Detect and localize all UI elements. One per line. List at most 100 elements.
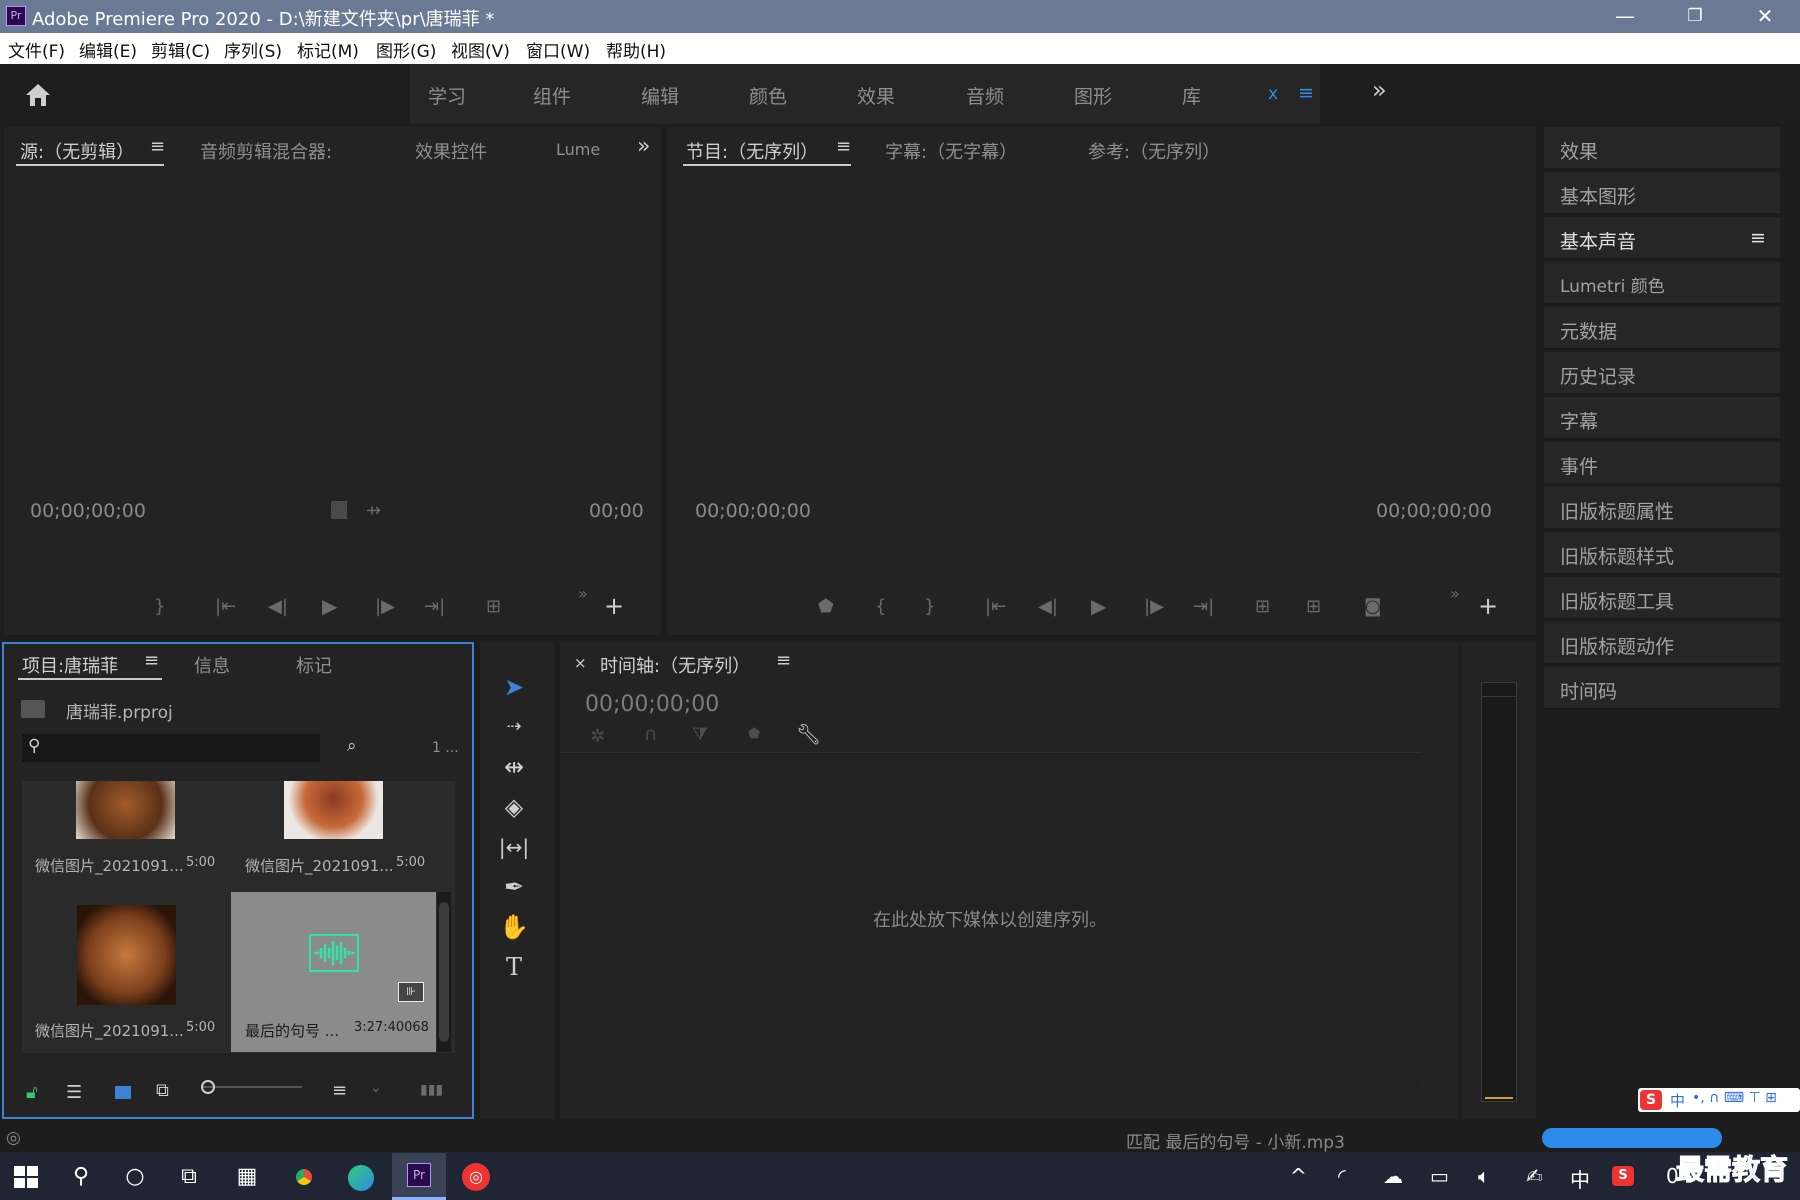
sort-dropdown-icon[interactable]: ⌄ — [370, 1080, 382, 1096]
program-mark-out-icon[interactable]: } — [924, 596, 935, 617]
workspace-color[interactable]: 颜色 — [749, 82, 787, 109]
windows-start-icon[interactable] — [14, 1166, 38, 1188]
panel-essential-sound[interactable]: 基本声音 ≡ — [1544, 217, 1780, 260]
workspace-menu-icon[interactable]: ≡ — [1298, 82, 1314, 104]
menu-file[interactable]: 文件(F) — [8, 37, 65, 62]
program-go-to-in-icon[interactable]: |⇤ — [985, 596, 1006, 617]
selection-tool-icon[interactable]: ➤ — [497, 670, 531, 704]
menu-clip[interactable]: 剪辑(C) — [151, 37, 210, 62]
panel-essential-graphics[interactable]: 基本图形 — [1544, 172, 1780, 215]
step-forward-icon[interactable]: |▶ — [375, 596, 395, 617]
snap-icon[interactable]: ✲ — [590, 726, 605, 747]
program-play-icon[interactable]: ▶ — [1091, 594, 1106, 618]
show-hidden-icons-icon[interactable]: ^ — [1290, 1164, 1307, 1188]
workspace-assembly[interactable]: 组件 — [533, 82, 571, 109]
tab-project[interactable]: 项目:唐瑞菲 — [22, 652, 118, 678]
source-timecode-current[interactable]: 00;00;00;00 — [30, 500, 146, 522]
panel-timecode[interactable]: 时间码 — [1544, 667, 1780, 710]
ime-language-label[interactable]: 中 — [1670, 1090, 1685, 1111]
cortana-icon[interactable]: ○ — [118, 1160, 152, 1194]
timeline-close-icon[interactable]: × — [574, 654, 587, 672]
program-step-back-icon[interactable]: ◀| — [1038, 596, 1058, 617]
panel-events[interactable]: 事件 — [1544, 442, 1780, 485]
maximize-button[interactable]: ❐ — [1660, 0, 1730, 33]
timeline-timecode[interactable]: 00;00;00;00 — [585, 692, 719, 717]
sogou-ime-icon[interactable]: S — [1640, 1090, 1662, 1110]
tab-source[interactable]: 源:（无剪辑） — [20, 138, 134, 164]
menu-help[interactable]: 帮助(H) — [606, 37, 666, 62]
menu-marker[interactable]: 标记(M) — [297, 37, 359, 62]
panel-effects[interactable]: 效果 — [1544, 127, 1780, 170]
chrome-icon[interactable] — [292, 1165, 316, 1189]
mark-out-icon[interactable]: } — [154, 596, 165, 617]
project-panel-menu-icon[interactable]: ≡ — [144, 650, 159, 671]
project-scrollbar[interactable] — [437, 892, 451, 1052]
automate-to-sequence-icon[interactable]: ▮▮▮ — [420, 1082, 443, 1098]
program-mark-in-icon[interactable]: { — [875, 596, 886, 617]
zoom-slider-handle[interactable] — [201, 1080, 215, 1094]
input-language-indicator[interactable]: 中 — [1570, 1164, 1590, 1193]
minimize-button[interactable]: — — [1590, 0, 1660, 33]
tab-markers[interactable]: 标记 — [296, 652, 332, 678]
workspace-graphics[interactable]: 图形 — [1074, 82, 1112, 109]
program-timecode-current[interactable]: 00;00;00;00 — [695, 500, 811, 522]
lift-icon[interactable]: ⊞ — [1255, 596, 1270, 617]
type-tool-icon[interactable]: T — [497, 950, 531, 984]
add-marker-timeline-icon[interactable]: ⧩ — [692, 724, 708, 745]
go-to-out-icon[interactable]: ⇥| — [424, 596, 445, 617]
network-icon[interactable]: ◜ — [1338, 1164, 1346, 1188]
home-icon[interactable] — [24, 82, 52, 108]
pen-tool-icon[interactable]: ✒ — [497, 870, 531, 904]
timeline-settings-wrench-icon[interactable]: 🔧︎ — [796, 722, 821, 746]
project-item-audio-selected[interactable]: ⊪ 最后的句号 ... 3:27:40068 — [231, 892, 436, 1052]
tab-program[interactable]: 节目:（无序列） — [686, 138, 818, 164]
workspace-libraries[interactable]: 库 — [1182, 82, 1201, 109]
go-to-in-icon[interactable]: |⇤ — [215, 596, 236, 617]
project-item[interactable]: 微信图片_2021091... 5:00 — [23, 781, 228, 889]
project-item[interactable]: 微信图片_2021091... 5:00 — [231, 781, 436, 889]
workspace-learn[interactable]: 学习 — [428, 82, 466, 109]
ripple-edit-tool-icon[interactable]: ⇹ — [497, 750, 531, 784]
drag-video-icon[interactable] — [331, 501, 347, 519]
zoom-slider-track[interactable] — [202, 1086, 302, 1088]
step-back-icon[interactable]: ◀| — [268, 596, 288, 617]
onedrive-icon[interactable]: ☁ — [1383, 1164, 1403, 1188]
source-panel-overflow-icon[interactable]: » — [637, 134, 650, 159]
razor-tool-icon[interactable]: ◈ — [497, 790, 531, 824]
close-button[interactable]: ✕ — [1730, 0, 1800, 33]
workspace-effects[interactable]: 效果 — [857, 82, 895, 109]
source-panel-menu-icon[interactable]: ≡ — [150, 136, 165, 157]
panel-metadata[interactable]: 元数据 — [1544, 307, 1780, 350]
insert-icon[interactable]: ⊞ — [486, 596, 501, 617]
tab-audio-clip-mixer[interactable]: 音频剪辑混合器: — [200, 138, 332, 164]
tab-lumetri[interactable]: Lume — [556, 140, 600, 159]
program-step-forward-icon[interactable]: |▶ — [1144, 596, 1164, 617]
linked-selection-icon[interactable]: ∩ — [644, 724, 657, 745]
menu-edit[interactable]: 编辑(E) — [79, 37, 137, 62]
essential-sound-menu-icon[interactable]: ≡ — [1750, 227, 1766, 249]
calculator-icon[interactable]: ▦ — [230, 1160, 264, 1194]
tab-info[interactable]: 信息 — [194, 652, 230, 678]
project-scrollbar-thumb[interactable] — [439, 902, 449, 1042]
drag-audio-icon[interactable]: ⇸ — [366, 500, 381, 521]
tab-reference[interactable]: 参考:（无序列） — [1088, 138, 1220, 164]
timeline-panel-menu-icon[interactable]: ≡ — [776, 650, 791, 671]
volume-icon[interactable]: 🔈︎ — [1478, 1164, 1490, 1188]
project-search-input[interactable] — [52, 736, 312, 758]
tab-captions[interactable]: 字幕:（无字幕） — [885, 138, 1017, 164]
ime-tools-icon[interactable]: •, ∩ ⌨ ⊤ ⊞ — [1692, 1090, 1777, 1106]
menu-view[interactable]: 视图(V) — [451, 37, 510, 62]
panel-captions[interactable]: 字幕 — [1544, 397, 1780, 440]
add-marker-icon[interactable]: ⬟ — [818, 596, 834, 617]
icon-view-icon[interactable] — [115, 1086, 131, 1099]
extract-icon[interactable]: ⊞ — [1306, 596, 1321, 617]
battery-icon[interactable]: ▭ — [1430, 1164, 1449, 1188]
program-buttons-overflow-icon[interactable]: » — [1450, 584, 1460, 603]
tray-sogou-icon[interactable]: S — [1612, 1166, 1634, 1186]
play-icon[interactable]: ▶ — [322, 594, 337, 618]
edge-icon[interactable] — [348, 1165, 374, 1191]
track-select-tool-icon[interactable]: ⇢ — [497, 710, 531, 744]
netease-music-icon[interactable]: ◎ — [462, 1163, 490, 1191]
list-view-icon[interactable]: ☰ — [66, 1082, 82, 1103]
new-bin-search-icon[interactable]: ⌕ — [347, 736, 357, 756]
